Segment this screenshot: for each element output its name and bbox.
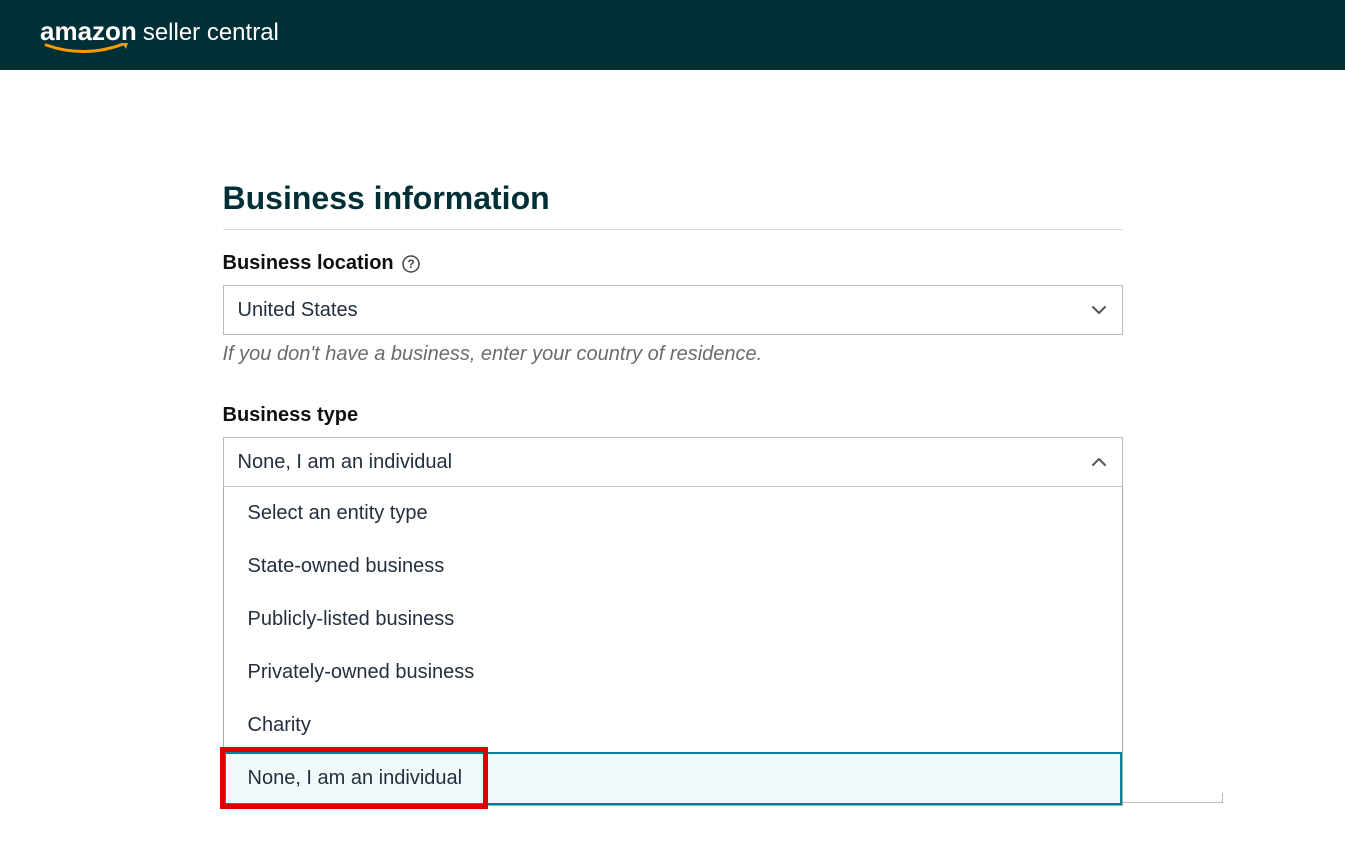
help-icon[interactable]: ?: [402, 255, 420, 273]
field-business-type: Business type None, I am an individual S…: [223, 404, 1123, 806]
business-type-option[interactable]: Privately-owned business: [224, 646, 1122, 699]
brand-word-amazon: amazon: [40, 16, 137, 46]
chevron-up-icon: [1090, 453, 1108, 471]
page-title: Business information: [223, 180, 1123, 217]
app-header: amazon seller central: [0, 0, 1345, 70]
chevron-down-icon: [1090, 301, 1108, 319]
amazon-smile-icon: [40, 43, 137, 51]
business-location-hint: If you don't have a business, enter your…: [223, 343, 1123, 366]
business-type-value: None, I am an individual: [238, 451, 453, 474]
brand-word-seller-central: seller central: [143, 21, 279, 45]
business-type-option[interactable]: State-owned business: [224, 540, 1122, 593]
title-divider: [223, 229, 1123, 230]
business-location-value: United States: [238, 299, 358, 322]
business-type-option[interactable]: None, I am an individual: [224, 752, 1122, 805]
business-type-option[interactable]: Publicly-listed business: [224, 593, 1122, 646]
business-type-dropdown: Select an entity typeState-owned busines…: [223, 486, 1123, 806]
svg-text:?: ?: [407, 257, 414, 271]
highlight-box: [220, 747, 488, 809]
business-type-option[interactable]: Select an entity type: [224, 487, 1122, 540]
business-location-label: Business location: [223, 252, 394, 275]
business-type-label: Business type: [223, 404, 359, 427]
brand-logo: amazon seller central: [40, 18, 279, 53]
business-type-option[interactable]: Charity: [224, 699, 1122, 752]
business-type-select[interactable]: None, I am an individual: [223, 437, 1123, 487]
field-business-location: Business location ? United States If you…: [223, 252, 1123, 366]
business-location-select[interactable]: United States: [223, 285, 1123, 335]
main-content: Business information Business location ?…: [223, 70, 1123, 806]
